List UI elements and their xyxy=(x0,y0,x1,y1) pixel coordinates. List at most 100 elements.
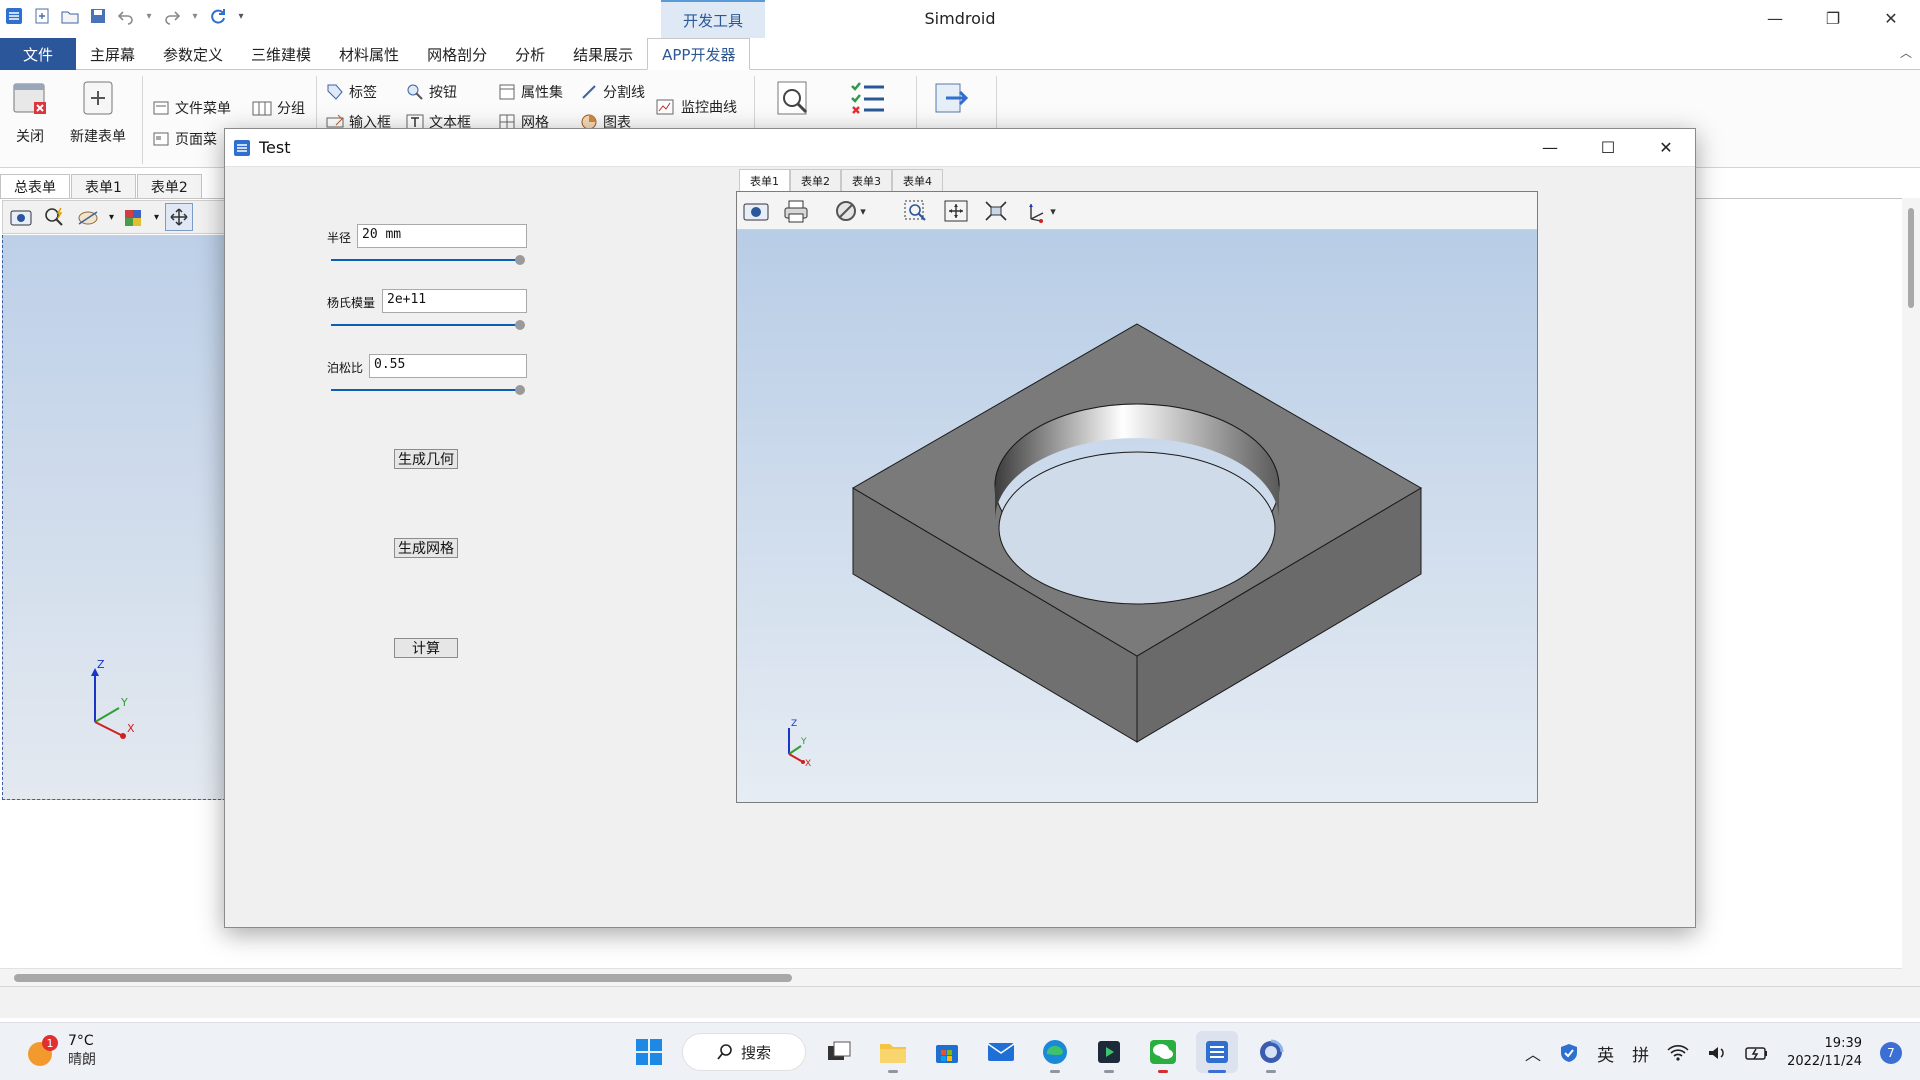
ime-mode[interactable]: 拼 xyxy=(1632,1041,1649,1066)
tab-meshing[interactable]: 网格剖分 xyxy=(413,38,501,70)
divider-label: 分割线 xyxy=(603,85,645,101)
doc-tab-form1[interactable]: 表单1 xyxy=(71,174,136,198)
generate-mesh-button[interactable]: 生成网格 xyxy=(394,538,458,558)
monitor-curve-button[interactable]: 监控曲线 xyxy=(656,97,737,117)
generate-geometry-button[interactable]: 生成几何 xyxy=(394,449,458,469)
file-explorer-button[interactable] xyxy=(872,1031,914,1073)
page-menu-button[interactable]: 页面菜 xyxy=(152,129,217,149)
monitor-curve-label: 监控曲线 xyxy=(681,100,737,116)
youngs-modulus-slider[interactable] xyxy=(331,319,527,331)
form-tab-2[interactable]: 表单2 xyxy=(790,169,841,191)
vertical-scrollbar[interactable] xyxy=(1902,198,1920,1018)
file-menu-button[interactable]: 文件菜单 xyxy=(152,98,231,118)
tab-results[interactable]: 结果展示 xyxy=(559,38,647,70)
tab-file[interactable]: 文件 xyxy=(0,38,76,70)
horizontal-scrollbar[interactable] xyxy=(0,968,1902,986)
section-dropdown-icon[interactable]: ▾ xyxy=(109,212,114,223)
property-set-icon xyxy=(499,84,515,100)
radius-label: 半径 xyxy=(327,231,352,245)
dialog-minimize-icon[interactable]: — xyxy=(1521,129,1579,165)
simdroid-taskbar-button[interactable] xyxy=(1196,1031,1238,1073)
close-icon[interactable]: ✕ xyxy=(1862,0,1920,36)
mail-button[interactable] xyxy=(980,1031,1022,1073)
checklist-button[interactable] xyxy=(848,78,888,126)
close-form-button[interactable]: 关闭 xyxy=(10,78,50,146)
tab-materials[interactable]: 材料属性 xyxy=(325,38,413,70)
color-cube-icon[interactable] xyxy=(120,203,148,231)
zoom-lightning-icon[interactable] xyxy=(41,203,69,231)
dialog-close-icon[interactable]: ✕ xyxy=(1637,129,1695,165)
viewer-axis-x-label: X xyxy=(805,759,811,769)
horizontal-scroll-thumb[interactable] xyxy=(14,974,792,982)
pan-move-icon[interactable] xyxy=(165,203,194,231)
tab-analysis[interactable]: 分析 xyxy=(501,38,559,70)
windows-start-icon xyxy=(636,1039,662,1065)
poisson-ratio-slider[interactable] xyxy=(331,384,527,396)
battery-charging-icon[interactable] xyxy=(1745,1044,1769,1062)
radius-input[interactable]: 20 mm xyxy=(357,224,527,248)
radius-slider[interactable] xyxy=(331,254,527,266)
start-button[interactable] xyxy=(628,1031,670,1073)
property-set-button[interactable]: 属性集 xyxy=(498,82,563,102)
wifi-icon[interactable] xyxy=(1667,1044,1689,1062)
poisson-slider-knob[interactable] xyxy=(515,385,525,395)
notification-badge[interactable]: 7 xyxy=(1880,1042,1902,1064)
weather-widget[interactable]: 1 7°C 晴朗 xyxy=(26,1033,96,1069)
tab-parameters[interactable]: 参数定义 xyxy=(149,38,237,70)
task-view-button[interactable] xyxy=(818,1031,860,1073)
viewer-screenshot-icon[interactable] xyxy=(741,197,771,225)
bg-viewport[interactable]: Z Y X xyxy=(2,235,226,800)
support-app-button[interactable] xyxy=(1250,1031,1292,1073)
youngs-modulus-input[interactable]: 2e+11 xyxy=(382,289,527,313)
preview-button[interactable] xyxy=(774,78,814,126)
security-shield-icon[interactable] xyxy=(1559,1043,1579,1063)
label-widget-button[interactable]: 标签 xyxy=(326,82,377,102)
publish-export-icon xyxy=(935,83,969,113)
app-title: Simdroid xyxy=(924,9,996,28)
property-set-label: 属性集 xyxy=(521,85,563,101)
wechat-icon xyxy=(1150,1040,1176,1064)
compute-button[interactable]: 计算 xyxy=(394,638,458,658)
section-view-icon[interactable] xyxy=(75,203,103,231)
viewer-fit-icon[interactable] xyxy=(981,197,1011,225)
wechat-button[interactable] xyxy=(1142,1031,1184,1073)
doc-tab-form2[interactable]: 表单2 xyxy=(136,174,202,198)
viewer-print-icon[interactable] xyxy=(781,197,811,225)
viewer-orient-dropdown-icon[interactable]: ▾ xyxy=(1045,197,1061,225)
viewer-zoom-box-icon[interactable] xyxy=(901,197,931,225)
poisson-ratio-input[interactable]: 0.55 xyxy=(369,354,527,378)
doc-tab-main-form[interactable]: 总表单 xyxy=(0,174,70,198)
camera-icon[interactable] xyxy=(7,203,35,231)
restore-icon[interactable]: ❐ xyxy=(1804,0,1862,36)
form-tab-3[interactable]: 表单3 xyxy=(841,169,892,191)
divider-button[interactable]: 分割线 xyxy=(580,82,645,102)
youngs-slider-knob[interactable] xyxy=(515,320,525,330)
collapse-ribbon-icon[interactable]: ︿ xyxy=(1900,44,1912,61)
taskbar-search[interactable]: 搜索 xyxy=(682,1033,806,1071)
viewer-3d-area[interactable]: Z Y X xyxy=(737,230,1537,802)
publish-button[interactable] xyxy=(932,78,972,126)
viewer-pan-icon[interactable] xyxy=(941,197,971,225)
media-player-button[interactable] xyxy=(1088,1031,1130,1073)
minimize-icon[interactable]: — xyxy=(1746,0,1804,36)
volume-icon[interactable] xyxy=(1707,1044,1727,1062)
color-dropdown-icon[interactable]: ▾ xyxy=(154,212,159,223)
tab-app-developer[interactable]: APP开发器 xyxy=(647,38,751,70)
radius-slider-knob[interactable] xyxy=(515,255,525,265)
vertical-scroll-thumb[interactable] xyxy=(1908,208,1914,308)
ime-language[interactable]: 英 xyxy=(1597,1041,1614,1066)
tray-overflow-icon[interactable]: ︿ xyxy=(1525,1041,1541,1065)
form-tab-1[interactable]: 表单1 xyxy=(739,169,790,191)
edge-browser-button[interactable] xyxy=(1034,1031,1076,1073)
group-button[interactable]: 分组 xyxy=(252,98,305,118)
viewer-hide-dropdown-icon[interactable]: ▾ xyxy=(855,197,871,225)
button-widget-button[interactable]: 按钮 xyxy=(406,82,457,102)
store-button[interactable] xyxy=(926,1031,968,1073)
radius-slider-track xyxy=(331,259,517,261)
form-tab-4[interactable]: 表单4 xyxy=(892,169,943,191)
dialog-maximize-icon[interactable]: ☐ xyxy=(1579,129,1637,165)
tab-home[interactable]: 主屏幕 xyxy=(76,38,149,70)
tab-3d-modeling[interactable]: 三维建模 xyxy=(237,38,325,70)
new-form-button[interactable]: 新建表单 xyxy=(70,78,126,146)
clock[interactable]: 19:39 2022/11/24 xyxy=(1787,1035,1862,1071)
